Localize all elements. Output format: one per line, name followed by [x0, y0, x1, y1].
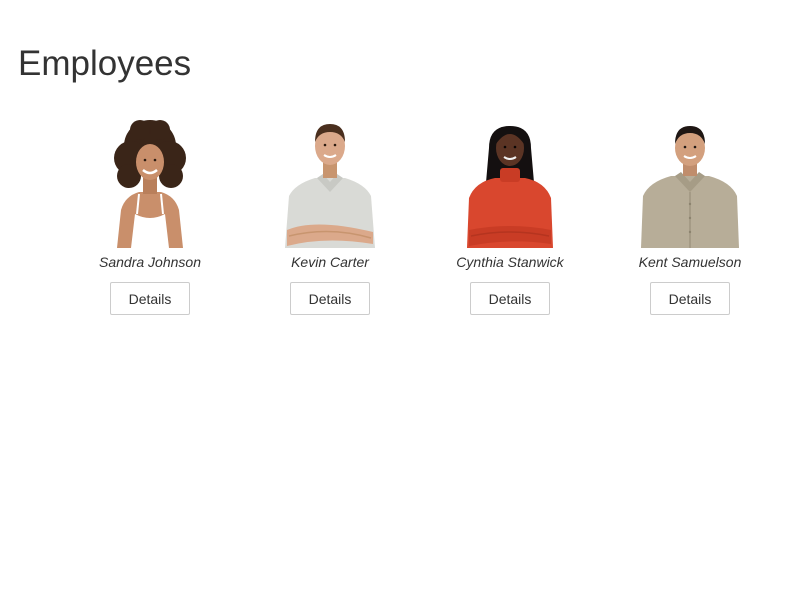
employee-card: Sandra Johnson Details [80, 118, 220, 315]
employee-card: Cynthia Stanwick Details [440, 118, 580, 315]
details-button[interactable]: Details [290, 282, 370, 315]
employees-page: Employees Sandra Johnson Details Kevin C… [0, 0, 800, 600]
details-button[interactable]: Details [650, 282, 730, 315]
details-button[interactable]: Details [470, 282, 550, 315]
employee-card: Kent Samuelson Details [620, 118, 760, 315]
employee-name: Kevin Carter [291, 254, 369, 270]
employee-name: Kent Samuelson [638, 254, 742, 270]
employee-name: Sandra Johnson [99, 254, 201, 270]
employee-name: Cynthia Stanwick [456, 254, 564, 270]
employee-photo [285, 124, 375, 248]
employee-photo [467, 126, 553, 248]
employee-photo [114, 120, 186, 248]
page-title: Employees [18, 44, 192, 83]
employee-card: Kevin Carter Details [260, 118, 400, 315]
details-button[interactable]: Details [110, 282, 190, 315]
employee-photo [641, 126, 739, 248]
